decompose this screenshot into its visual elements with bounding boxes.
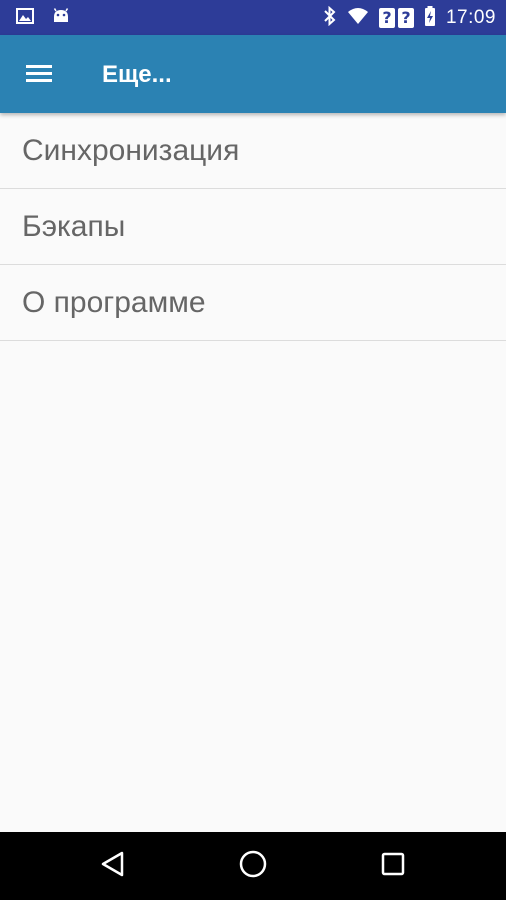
screen: ? ? 17:09 Еще... Синхронизация Бэкапы О … (0, 0, 506, 900)
bluetooth-icon (323, 5, 337, 31)
back-button[interactable] (95, 848, 131, 884)
status-time: 17:09 (445, 7, 496, 28)
image-icon (16, 8, 34, 29)
status-bar: ? ? 17:09 (0, 0, 506, 35)
menu-item-backups[interactable]: Бэкапы (0, 189, 506, 265)
battery-charging-icon (424, 5, 436, 31)
menu-list: Синхронизация Бэкапы О программе (0, 113, 506, 341)
sim-status-group: ? ? (378, 8, 414, 28)
hamburger-menu-icon (26, 63, 52, 88)
recents-button[interactable] (375, 848, 411, 884)
status-right-icons: ? ? 17:09 (323, 5, 496, 31)
recents-icon (380, 851, 406, 882)
menu-button[interactable] (14, 50, 64, 100)
page-title: Еще... (102, 61, 172, 88)
navigation-bar (0, 832, 506, 900)
wifi-icon (347, 7, 369, 30)
menu-item-label: О программе (22, 285, 206, 319)
status-left-icons (16, 7, 70, 30)
home-icon (238, 849, 268, 884)
unknown-sim-icon: ? (378, 8, 395, 28)
menu-item-label: Бэкапы (22, 209, 126, 243)
menu-item-sync[interactable]: Синхронизация (0, 113, 506, 189)
android-icon (52, 7, 70, 30)
menu-item-about[interactable]: О программе (0, 265, 506, 341)
back-icon (100, 850, 126, 883)
menu-item-label: Синхронизация (22, 133, 240, 167)
home-button[interactable] (235, 848, 271, 884)
app-bar: Еще... (0, 35, 506, 113)
unknown-sim-icon: ? (397, 8, 414, 28)
